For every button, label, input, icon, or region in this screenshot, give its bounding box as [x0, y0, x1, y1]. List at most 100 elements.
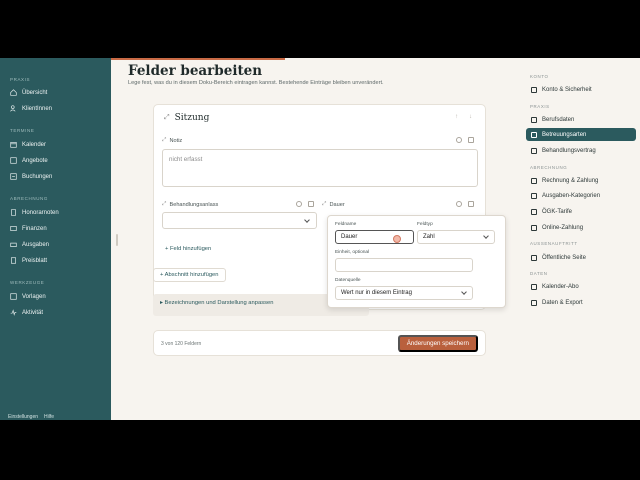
sidebar-item-buchungen[interactable]: Buchungen — [10, 173, 52, 180]
sidebar-item-label: Preisblatt — [22, 257, 48, 264]
arrow-up-icon[interactable]: ↑ — [455, 114, 461, 120]
invoice-icon — [10, 209, 17, 216]
sidebar-section-praxis: PRAXIS — [10, 77, 31, 82]
fieldname-input[interactable]: Dauer — [335, 230, 414, 244]
rnav-item-ausgaben-kategorien[interactable]: Ausgaben-Kategorien — [526, 189, 636, 202]
sidebar-item-label: Vorlagen — [22, 293, 46, 300]
add-field-button[interactable]: + Feld hinzufügen — [165, 246, 211, 252]
activity-icon — [10, 309, 17, 316]
pricesheet-icon — [10, 257, 17, 264]
rnav-item-betreuungsarten[interactable]: Betreuungsarten — [526, 128, 636, 141]
rnav-item-kalender-abo[interactable]: Kalender-Abo — [526, 280, 636, 293]
fieldtype-label: Feldtyp — [417, 222, 433, 227]
calendar-icon — [531, 283, 537, 290]
rnav-section-daten: DATEN — [530, 271, 548, 276]
rnav-item-berufsdaten[interactable]: Berufsdaten — [526, 113, 636, 126]
chevron-down-icon — [304, 217, 310, 223]
card-icon — [531, 224, 537, 231]
arrow-down-icon[interactable]: ↓ — [469, 114, 475, 120]
globe-icon — [531, 254, 537, 261]
add-section-button[interactable]: + Abschnitt hinzufügen — [153, 268, 226, 282]
page-title: Felder bearbeiten — [128, 63, 263, 79]
rnav-item-oeffentliche-seite[interactable]: Öffentliche Seite — [526, 251, 636, 264]
rnav-section-abrechnung: ABRECHNUNG — [530, 165, 568, 170]
rnav-section-praxis: PRAXIS — [530, 104, 550, 109]
fieldtype-value: Zahl — [423, 234, 435, 240]
field-label-notiz: ⤢ Notiz — [162, 137, 183, 144]
sidebar-section-werkzeuge: WERKZEUGE — [10, 280, 45, 285]
sidebar-section-termine: TERMINE — [10, 128, 35, 133]
sidebar-item-label: Ausgaben — [22, 241, 50, 248]
sidebar: PRAXIS Übersicht KlientInnen TERMINE Kal… — [0, 58, 111, 420]
templates-icon — [10, 293, 17, 300]
sidebar-item-label: Aktivität — [22, 309, 44, 316]
rnav-item-online-zahlung[interactable]: Online-Zahlung — [526, 221, 636, 234]
sidebar-item-label: Angebote — [22, 157, 48, 164]
sidebar-item-finanzen[interactable]: Finanzen — [10, 225, 47, 232]
sidebar-item-vorlagen[interactable]: Vorlagen — [10, 293, 46, 300]
rnav-item-oegk-tarife[interactable]: ÖGK-Tarife — [526, 205, 636, 218]
notiz-textarea[interactable]: nicht erfasst — [162, 149, 478, 187]
save-button[interactable]: Änderungen speichern — [397, 335, 478, 352]
trash-icon[interactable] — [468, 137, 474, 143]
settings-nav: KONTO Konto & Sicherheit PRAXIS Berufsda… — [515, 58, 640, 420]
drag-icon[interactable]: ⤢ — [162, 137, 166, 144]
field-label-behandlungsanlass: ⤢ Behandlungsanlass — [162, 201, 219, 208]
list-icon — [10, 157, 17, 164]
field-actions-notiz — [456, 137, 474, 143]
field-actions-behandlungsanlass — [296, 201, 314, 207]
sidebar-item-aktivitaet[interactable]: Aktivität — [10, 309, 43, 316]
users-icon — [10, 105, 17, 112]
cursor-indicator — [393, 235, 401, 243]
chevron-down-icon — [483, 233, 489, 239]
unit-input[interactable] — [335, 258, 473, 272]
trash-icon[interactable] — [308, 201, 314, 207]
trash-icon[interactable] — [468, 201, 474, 207]
sidebar-item-preisblatt[interactable]: Preisblatt — [10, 257, 47, 264]
rnav-item-daten-export[interactable]: Daten & Export — [526, 296, 636, 309]
sidebar-item-honorarnoten[interactable]: Honorarnoten — [10, 209, 59, 216]
rnav-item-rechnung-zahlung[interactable]: Rechnung & Zahlung — [526, 174, 636, 187]
calendar-icon — [10, 141, 17, 148]
field-actions-dauer — [456, 201, 474, 207]
rnav-item-konto-sicherheit[interactable]: Konto & Sicherheit — [526, 83, 636, 96]
datasource-select[interactable]: Wert nur in diesem Eintrag — [335, 286, 473, 300]
settings-icon[interactable] — [296, 201, 302, 207]
home-icon — [10, 89, 17, 96]
care-icon — [531, 131, 537, 138]
sidebar-item-klientinnen[interactable]: KlientInnen — [10, 105, 52, 112]
sidebar-item-ausgaben[interactable]: Ausgaben — [10, 241, 49, 248]
document-icon — [531, 147, 537, 154]
notiz-placeholder: nicht erfasst — [169, 156, 203, 163]
settings-icon[interactable] — [456, 201, 462, 207]
sidebar-item-kalender[interactable]: Kalender — [10, 141, 46, 148]
field-edit-popover: Feldname Dauer Feldtyp Zahl Einheit, opt… — [327, 215, 506, 308]
rnav-item-behandlungsvertrag[interactable]: Behandlungsvertrag — [526, 144, 636, 157]
behandlungsanlass-select[interactable] — [162, 212, 317, 229]
invoice-icon — [531, 177, 537, 184]
sidebar-item-label: Kalender — [22, 141, 47, 148]
expenses-icon — [10, 241, 17, 248]
export-icon — [531, 299, 537, 306]
section-header: ⤢ Sitzung — [164, 113, 209, 123]
fieldtype-select[interactable]: Zahl — [417, 230, 495, 244]
field-label-dauer: ⤢ Dauer — [322, 201, 345, 208]
save-bar: 3 von 120 Feldern Änderungen speichern — [153, 330, 486, 356]
drag-icon[interactable]: ⤢ — [322, 201, 326, 208]
unit-label: Einheit, optional — [335, 250, 370, 255]
page-subtitle: Lege fest, was du in diesem Doku-Bereich… — [128, 80, 384, 86]
settings-icon[interactable] — [456, 137, 462, 143]
sidebar-item-label: KlientInnen — [22, 105, 53, 112]
sidebar-footer: Einstellungen Hilfe — [8, 414, 54, 420]
tag-icon — [531, 192, 537, 199]
bookings-icon — [10, 173, 17, 180]
settings-link[interactable]: Einstellungen — [8, 414, 38, 420]
sidebar-item-uebersicht[interactable]: Übersicht — [10, 89, 47, 96]
sidebar-item-angebote[interactable]: Angebote — [10, 157, 48, 164]
drag-icon[interactable]: ⤢ — [162, 201, 166, 208]
help-link[interactable]: Hilfe — [44, 414, 54, 420]
collapse-icon[interactable]: ⤢ — [164, 114, 170, 122]
sidebar-item-label: Honorarnoten — [22, 209, 59, 216]
finance-icon — [10, 225, 17, 232]
section-tools: ↑ ↓ — [455, 114, 475, 120]
